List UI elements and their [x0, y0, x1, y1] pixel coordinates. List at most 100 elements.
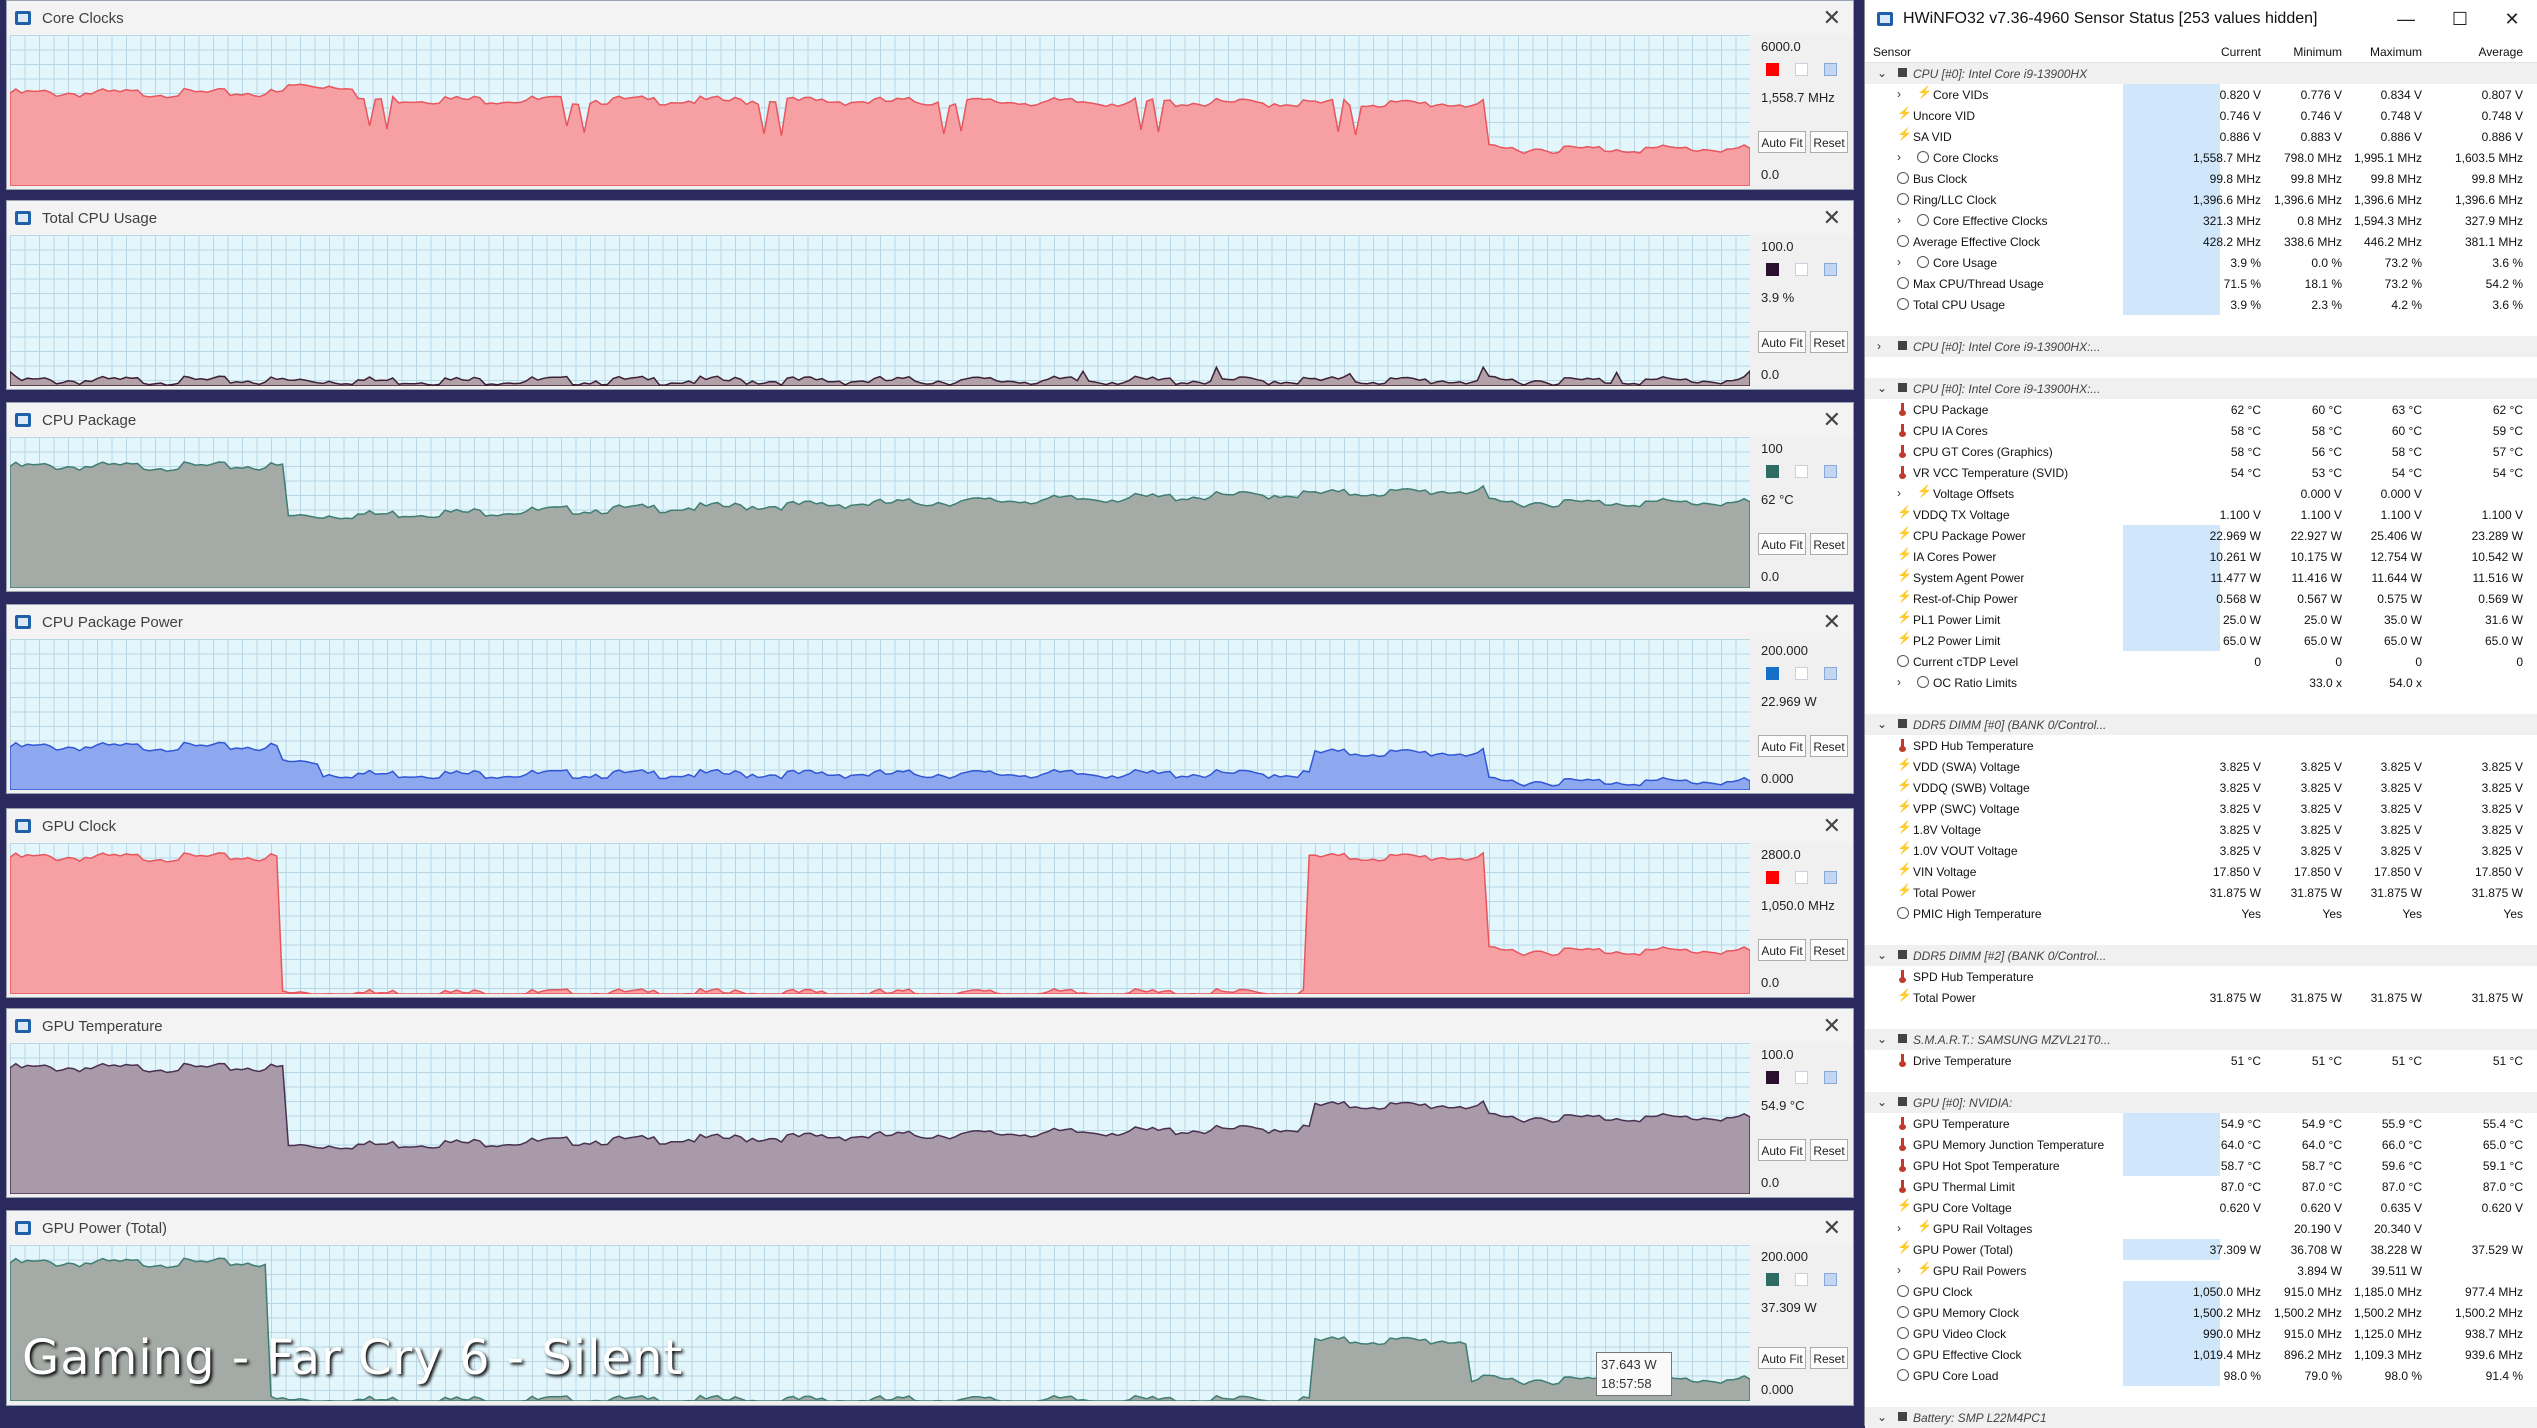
close-icon[interactable]: ✕	[1823, 205, 1841, 231]
close-icon[interactable]: ✕	[1823, 1215, 1841, 1241]
column-header-average[interactable]: Average	[2479, 45, 2523, 59]
sensor-row[interactable]: Max CPU/Thread Usage 71.5 % 18.1 % 73.2 % 54…	[1865, 273, 2537, 294]
column-header-sensor[interactable]: Sensor	[1873, 45, 1911, 59]
fill-color-swatch[interactable]	[1824, 667, 1837, 680]
line-color-swatch[interactable]	[1766, 667, 1779, 680]
auto-fit-button[interactable]: Auto Fit	[1758, 939, 1806, 961]
graph-window-cpu-package[interactable]: CPU Package ✕ 100 62 °C Auto Fit Reset 0…	[6, 402, 1854, 592]
sensor-row[interactable]: CPU Package Power 22.969 W 22.927 W 25.406 …	[1865, 525, 2537, 546]
chevron-down-icon[interactable]: ⌄	[1877, 66, 1887, 80]
sensor-row[interactable]: VDDQ (SWB) Voltage 3.825 V 3.825 V 3.825 V 3…	[1865, 777, 2537, 798]
sensor-row[interactable]: PL2 Power Limit 65.0 W 65.0 W 65.0 W 65.0 W	[1865, 630, 2537, 651]
sensor-row[interactable]: VIN Voltage 17.850 V 17.850 V 17.850 V 17.85…	[1865, 861, 2537, 882]
sensor-group-header[interactable]: ⌄ DDR5 DIMM [#2] (BANK 0/Control...	[1865, 945, 2537, 966]
sensor-row[interactable]: › Core Clocks 1,558.7 MHz 798.0 MHz 1,995.1 …	[1865, 147, 2537, 168]
auto-fit-button[interactable]: Auto Fit	[1758, 331, 1806, 353]
sensor-row[interactable]: CPU GT Cores (Graphics) 58 °C 56 °C 58 °C 57…	[1865, 441, 2537, 462]
sensor-row[interactable]: GPU Video Clock 990.0 MHz 915.0 MHz 1,125.0…	[1865, 1323, 2537, 1344]
auto-fit-button[interactable]: Auto Fit	[1758, 735, 1806, 757]
sensor-group-header[interactable]: › CPU [#0]: Intel Core i9-13900HX:...	[1865, 336, 2537, 357]
column-header-maximum[interactable]: Maximum	[2370, 45, 2422, 59]
sensor-row[interactable]: IA Cores Power 10.261 W 10.175 W 12.754 W 10…	[1865, 546, 2537, 567]
chevron-down-icon[interactable]: ⌄	[1877, 948, 1887, 962]
chevron-right-icon[interactable]: ›	[1897, 675, 1901, 689]
sensor-row[interactable]: Average Effective Clock 428.2 MHz 338.6 MH…	[1865, 231, 2537, 252]
chevron-right-icon[interactable]: ›	[1897, 213, 1901, 227]
auto-fit-button[interactable]: Auto Fit	[1758, 1139, 1806, 1161]
close-icon[interactable]: ✕	[1823, 609, 1841, 635]
sensor-group-header[interactable]: ⌄ Battery: SMP L22M4PC1	[1865, 1407, 2537, 1428]
sensor-row[interactable]: GPU Memory Junction Temperature 64.0 °C 64…	[1865, 1134, 2537, 1155]
sensor-row[interactable]: SPD Hub Temperature	[1865, 966, 2537, 987]
graph-title-bar[interactable]: Core Clocks ✕	[7, 1, 1853, 35]
sensor-row[interactable]: GPU Clock 1,050.0 MHz 915.0 MHz 1,185.0 MHz…	[1865, 1281, 2537, 1302]
sensor-window-title-bar[interactable]: HWiNFO32 v7.36-4960 Sensor Status [253 v…	[1865, 0, 2537, 38]
sensor-row[interactable]: PMIC High Temperature Yes Yes Yes Yes	[1865, 903, 2537, 924]
sensor-row[interactable]: GPU Core Load 98.0 % 79.0 % 98.0 % 91.4 %	[1865, 1365, 2537, 1386]
sensor-group-header[interactable]: ⌄ CPU [#0]: Intel Core i9-13900HX	[1865, 63, 2537, 84]
graph-window-gpu-temperature[interactable]: GPU Temperature ✕ 100.0 54.9 °C Auto Fit…	[6, 1008, 1854, 1198]
sensor-row[interactable]: Total CPU Usage 3.9 % 2.3 % 4.2 % 3.6 %	[1865, 294, 2537, 315]
sensor-row[interactable]: GPU Temperature 54.9 °C 54.9 °C 55.9 °C 55.4…	[1865, 1113, 2537, 1134]
background-color-swatch[interactable]	[1795, 1071, 1808, 1084]
chevron-right-icon[interactable]: ›	[1877, 339, 1881, 353]
sensor-row[interactable]: GPU Memory Clock 1,500.2 MHz 1,500.2 MHz 1,…	[1865, 1302, 2537, 1323]
sensor-group-header[interactable]: ⌄ S.M.A.R.T.: SAMSUNG MZVL21T0...	[1865, 1029, 2537, 1050]
close-icon[interactable]: ✕	[2489, 4, 2535, 34]
sensor-row[interactable]: Total Power 31.875 W 31.875 W 31.875 W 31.87…	[1865, 987, 2537, 1008]
chevron-down-icon[interactable]: ⌄	[1877, 381, 1887, 395]
reset-button[interactable]: Reset	[1810, 131, 1848, 153]
auto-fit-button[interactable]: Auto Fit	[1758, 533, 1806, 555]
line-color-swatch[interactable]	[1766, 871, 1779, 884]
background-color-swatch[interactable]	[1795, 465, 1808, 478]
fill-color-swatch[interactable]	[1824, 1071, 1837, 1084]
graph-title-bar[interactable]: CPU Package ✕	[7, 403, 1853, 437]
sensor-row[interactable]: System Agent Power 11.477 W 11.416 W 11.644…	[1865, 567, 2537, 588]
maximize-icon[interactable]: ☐	[2437, 4, 2483, 34]
sensor-row[interactable]: SA VID 0.886 V 0.883 V 0.886 V 0.886 V	[1865, 126, 2537, 147]
auto-fit-button[interactable]: Auto Fit	[1758, 1347, 1806, 1369]
sensor-row[interactable]: › Core Effective Clocks 321.3 MHz 0.8 MHz 1,…	[1865, 210, 2537, 231]
chevron-right-icon[interactable]: ›	[1897, 87, 1901, 101]
graph-title-bar[interactable]: Total CPU Usage ✕	[7, 201, 1853, 235]
background-color-swatch[interactable]	[1795, 667, 1808, 680]
reset-button[interactable]: Reset	[1810, 1347, 1848, 1369]
sensor-row[interactable]: › Core VIDs 0.820 V 0.776 V 0.834 V 0.807 V	[1865, 84, 2537, 105]
sensor-row[interactable]: › GPU Rail Voltages 20.190 V 20.340 V	[1865, 1218, 2537, 1239]
sensor-row[interactable]: › GPU Rail Powers 3.894 W 39.511 W	[1865, 1260, 2537, 1281]
auto-fit-button[interactable]: Auto Fit	[1758, 131, 1806, 153]
reset-button[interactable]: Reset	[1810, 735, 1848, 757]
graph-title-bar[interactable]: GPU Temperature ✕	[7, 1009, 1853, 1043]
chevron-right-icon[interactable]: ›	[1897, 255, 1901, 269]
close-icon[interactable]: ✕	[1823, 407, 1841, 433]
sensor-row[interactable]: GPU Effective Clock 1,019.4 MHz 896.2 MHz 1…	[1865, 1344, 2537, 1365]
graph-window-core-clocks[interactable]: Core Clocks ✕ 6000.0 1,558.7 MHz Auto Fi…	[6, 0, 1854, 190]
line-color-swatch[interactable]	[1766, 263, 1779, 276]
sensor-row[interactable]: GPU Power (Total) 37.309 W 36.708 W 38.228 …	[1865, 1239, 2537, 1260]
sensor-row[interactable]: Rest-of-Chip Power 0.568 W 0.567 W 0.575 W 0…	[1865, 588, 2537, 609]
graph-title-bar[interactable]: CPU Package Power ✕	[7, 605, 1853, 639]
sensor-row[interactable]: SPD Hub Temperature	[1865, 735, 2537, 756]
sensor-row[interactable]: GPU Thermal Limit 87.0 °C 87.0 °C 87.0 °C 87…	[1865, 1176, 2537, 1197]
background-color-swatch[interactable]	[1795, 63, 1808, 76]
sensor-row[interactable]: VPP (SWC) Voltage 3.825 V 3.825 V 3.825 V 3.…	[1865, 798, 2537, 819]
sensor-row[interactable]: CPU IA Cores 58 °C 58 °C 60 °C 59 °C	[1865, 420, 2537, 441]
chevron-right-icon[interactable]: ›	[1897, 150, 1901, 164]
chevron-down-icon[interactable]: ⌄	[1877, 717, 1887, 731]
sensor-row[interactable]: 1.0V VOUT Voltage 3.825 V 3.825 V 3.825 V 3.…	[1865, 840, 2537, 861]
reset-button[interactable]: Reset	[1810, 331, 1848, 353]
sensor-row[interactable]: Uncore VID 0.746 V 0.746 V 0.748 V 0.748 V	[1865, 105, 2537, 126]
close-icon[interactable]: ✕	[1823, 813, 1841, 839]
fill-color-swatch[interactable]	[1824, 263, 1837, 276]
sensor-status-window[interactable]: HWiNFO32 v7.36-4960 Sensor Status [253 v…	[1864, 0, 2537, 1428]
fill-color-swatch[interactable]	[1824, 465, 1837, 478]
column-header-minimum[interactable]: Minimum	[2293, 45, 2342, 59]
reset-button[interactable]: Reset	[1810, 1139, 1848, 1161]
graph-title-bar[interactable]: GPU Power (Total) ✕	[7, 1211, 1853, 1245]
close-icon[interactable]: ✕	[1823, 5, 1841, 31]
chevron-right-icon[interactable]: ›	[1897, 1221, 1901, 1235]
sensor-row[interactable]: VR VCC Temperature (SVID) 54 °C 53 °C 54 °C…	[1865, 462, 2537, 483]
chevron-down-icon[interactable]: ⌄	[1877, 1095, 1887, 1109]
sensor-group-header[interactable]: ⌄ CPU [#0]: Intel Core i9-13900HX:...	[1865, 378, 2537, 399]
sensor-row[interactable]: › Core Usage 3.9 % 0.0 % 73.2 % 3.6 %	[1865, 252, 2537, 273]
